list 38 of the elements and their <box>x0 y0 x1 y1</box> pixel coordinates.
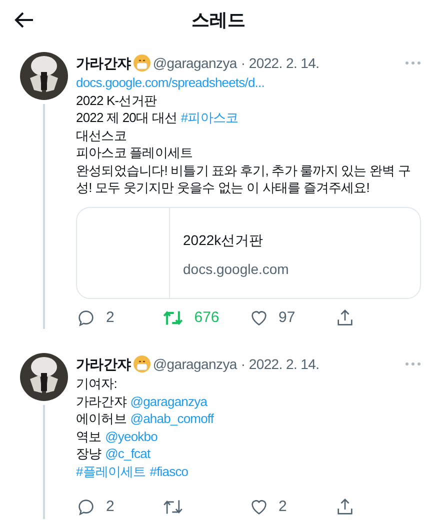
author-handle[interactable]: @garaganzya <box>152 52 237 74</box>
tweet-text: 장냥 <box>76 446 102 461</box>
tweet-date: · 2022. 2. 14. <box>240 54 320 72</box>
tweet-text: 역보 <box>76 428 102 444</box>
author-name[interactable]: 가라간쟈 <box>76 52 131 74</box>
share-icon <box>334 497 355 518</box>
author-handle[interactable]: @garaganzya <box>152 354 237 374</box>
tweet-text: 2022 제 20대 대선 <box>76 110 178 125</box>
avatar[interactable] <box>20 52 68 100</box>
like-count: 2 <box>278 497 287 517</box>
reply-count: 2 <box>106 308 114 328</box>
tweet-text: 에이허브 <box>76 411 126 426</box>
reply-button[interactable]: 2 <box>76 496 162 518</box>
like-button[interactable]: 2 <box>248 496 335 518</box>
mask-face-icon <box>132 355 151 373</box>
link-card[interactable]: 2022k선거판 docs.google.com <box>76 206 421 298</box>
page-title: 스레드 <box>192 8 246 32</box>
card-domain: docs.google.com <box>183 260 289 279</box>
reply-icon <box>76 308 96 328</box>
author-name[interactable]: 가라간쟈 <box>76 354 131 374</box>
tweet-text: 피아스코 플레이세트 <box>76 145 193 160</box>
like-count: 97 <box>278 308 296 328</box>
tweet-text: 가라간쟈 <box>76 394 126 408</box>
reply-icon <box>76 497 96 518</box>
tweet-date: · 2022. 2. 14. <box>240 354 320 374</box>
tweet-text: 완성되었습니다! 비틀기 표와 후기, 추가 룰까지 있는 완벽 구성! 모두 웃기지만 웃을수 없는 이 사태를 즐겨주세요! <box>76 162 411 195</box>
heart-icon <box>248 497 268 518</box>
like-button[interactable]: 97 <box>248 306 335 329</box>
avatar[interactable] <box>20 353 68 401</box>
share-icon <box>334 308 355 328</box>
reply-count: 2 <box>106 497 114 517</box>
tweet-text: 대선스코 <box>76 128 126 142</box>
tweet-text: 기여자: <box>76 376 118 391</box>
retweet-count: 676 <box>194 308 220 328</box>
reply-button[interactable]: 2 <box>76 306 162 329</box>
card-title: 2022k선거판 <box>183 230 264 250</box>
mask-face-icon <box>132 54 151 72</box>
tweet-text: 2022 K-선거판 <box>76 92 157 108</box>
